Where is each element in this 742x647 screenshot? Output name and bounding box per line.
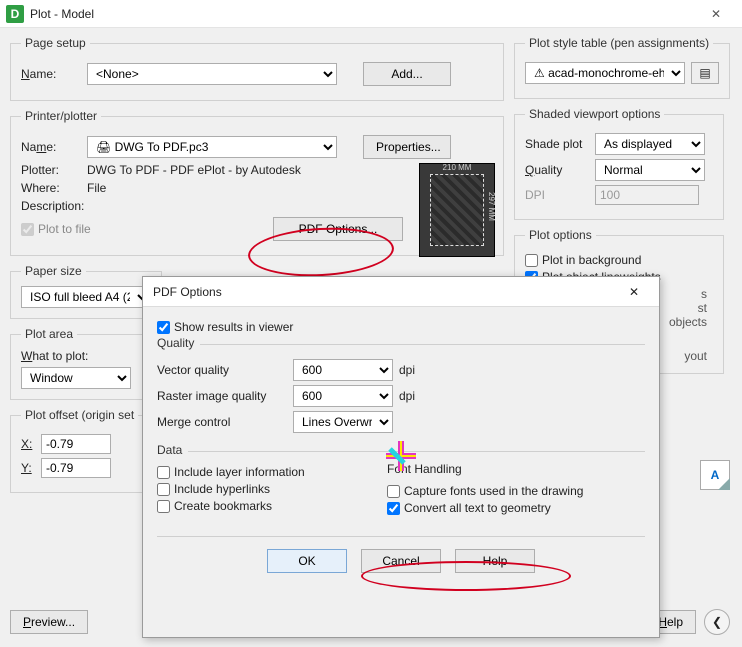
modal-close-icon[interactable]: ✕	[619, 285, 649, 299]
plot-bg-check[interactable]: Plot in background	[525, 253, 713, 267]
style-table-combo[interactable]: ⚠ acad-monochrome-ehala.ctl	[525, 62, 685, 84]
page-setup-name-combo[interactable]: <None>	[87, 63, 337, 85]
plotter-label: Plotter:	[21, 163, 81, 177]
shade-plot-combo[interactable]: As displayed	[595, 133, 705, 155]
plot-window: D Plot - Model ✕ Page setup Name: <None>…	[0, 0, 742, 647]
shade-dpi-label: DPI	[525, 188, 589, 202]
vector-label: Vector quality	[157, 363, 287, 377]
quality-legend: Quality	[157, 336, 200, 350]
x-input[interactable]	[41, 434, 111, 454]
printer-name-combo[interactable]: 🖨 DWG To PDF.pc3	[87, 136, 337, 158]
pdf-options-dialog: PDF Options ✕ Show results in viewer Qua…	[142, 276, 660, 638]
plot-to-file-check[interactable]: Plot to file	[21, 222, 91, 236]
convert-text-check[interactable]: Convert all text to geometry	[387, 501, 583, 515]
shade-plot-label: Shade plot	[525, 137, 589, 151]
plotter-value: DWG To PDF - PDF ePlot - by Autodesk	[87, 163, 301, 177]
plot-area-group: Plot area What to plot: Window	[10, 327, 160, 400]
shade-dpi-input	[595, 185, 699, 205]
paper-size-legend: Paper size	[21, 264, 86, 278]
style-table-legend: Plot style table (pen assignments)	[525, 36, 713, 50]
shaded-legend: Shaded viewport options	[525, 107, 664, 121]
style-table-edit-icon[interactable]: ▤	[691, 62, 719, 84]
paper-size-combo[interactable]: ISO full bleed A4 (2	[21, 286, 151, 308]
show-results-check[interactable]: Show results in viewer	[157, 320, 645, 334]
hyper-check[interactable]: Include hyperlinks	[157, 482, 357, 496]
modal-title: PDF Options	[153, 285, 619, 299]
add-button[interactable]: Add...	[363, 62, 451, 86]
raster-label: Raster image quality	[157, 389, 287, 403]
preview-height: 297 MM	[487, 192, 496, 221]
plot-offset-group: Plot offset (origin set X: Y:	[10, 408, 160, 493]
paper-preview: 210 MM 297 MM	[419, 163, 495, 257]
pdf-options-button[interactable]: PDF Options...	[273, 217, 403, 241]
data-legend: Data	[157, 443, 188, 457]
bookmarks-check[interactable]: Create bookmarks	[157, 499, 357, 513]
app-logo-icon: D	[6, 5, 24, 23]
shade-quality-combo[interactable]: Normal	[595, 159, 705, 181]
orientation-icon[interactable]: A	[700, 460, 730, 490]
printer-group: Printer/plotter Name: 🖨 DWG To PDF.pc3 d…	[10, 109, 504, 256]
x-label: X:	[21, 437, 35, 451]
raster-combo[interactable]: 600	[293, 385, 393, 407]
expand-icon[interactable]: ❮	[704, 609, 730, 635]
style-table-group: Plot style table (pen assignments) ⚠ aca…	[514, 36, 730, 99]
printer-name-label: Name:	[21, 140, 81, 154]
shaded-group: Shaded viewport options Shade plot As dis…	[514, 107, 724, 220]
merge-combo[interactable]: Lines Overwrite	[293, 411, 393, 433]
titlebar: D Plot - Model ✕	[0, 0, 742, 28]
raster-dpi: dpi	[399, 389, 415, 403]
what-to-plot-label: What to plot:	[21, 349, 149, 363]
merge-label: Merge control	[157, 415, 287, 429]
font-handling-legend: Font Handling	[387, 462, 583, 476]
vector-dpi: dpi	[399, 363, 415, 377]
layer-check[interactable]: Include layer information	[157, 465, 357, 479]
window-title: Plot - Model	[30, 7, 696, 21]
page-setup-legend: Page setup	[21, 36, 90, 50]
y-label: Y:	[21, 461, 35, 475]
plot-to-file-checkbox	[21, 223, 34, 236]
plot-area-legend: Plot area	[21, 327, 77, 341]
description-label: Description:	[21, 199, 84, 213]
preview-width: 210 MM	[420, 163, 494, 172]
capture-fonts-check[interactable]: Capture fonts used in the drawing	[387, 484, 583, 498]
modal-help-button[interactable]: Help	[455, 549, 535, 573]
ok-button[interactable]: OK	[267, 549, 347, 573]
preview-button[interactable]: Preview...	[10, 610, 88, 634]
plot-offset-legend: Plot offset (origin set	[21, 408, 138, 422]
properties-button[interactable]: Properties...	[363, 135, 451, 159]
what-to-plot-combo[interactable]: Window	[21, 367, 131, 389]
shade-quality-label: Quality	[525, 163, 589, 177]
cancel-button[interactable]: Cancel	[361, 549, 441, 573]
y-input[interactable]	[41, 458, 111, 478]
where-label: Where:	[21, 181, 81, 195]
page-setup-group: Page setup Name: <None> Add...	[10, 36, 504, 101]
vector-combo[interactable]: 600	[293, 359, 393, 381]
close-icon[interactable]: ✕	[696, 7, 736, 21]
printer-legend: Printer/plotter	[21, 109, 101, 123]
where-value: File	[87, 181, 106, 195]
paper-size-group: Paper size ISO full bleed A4 (2	[10, 264, 162, 319]
page-setup-name-label: Name:	[21, 67, 81, 81]
plot-options-legend: Plot options	[525, 228, 596, 242]
